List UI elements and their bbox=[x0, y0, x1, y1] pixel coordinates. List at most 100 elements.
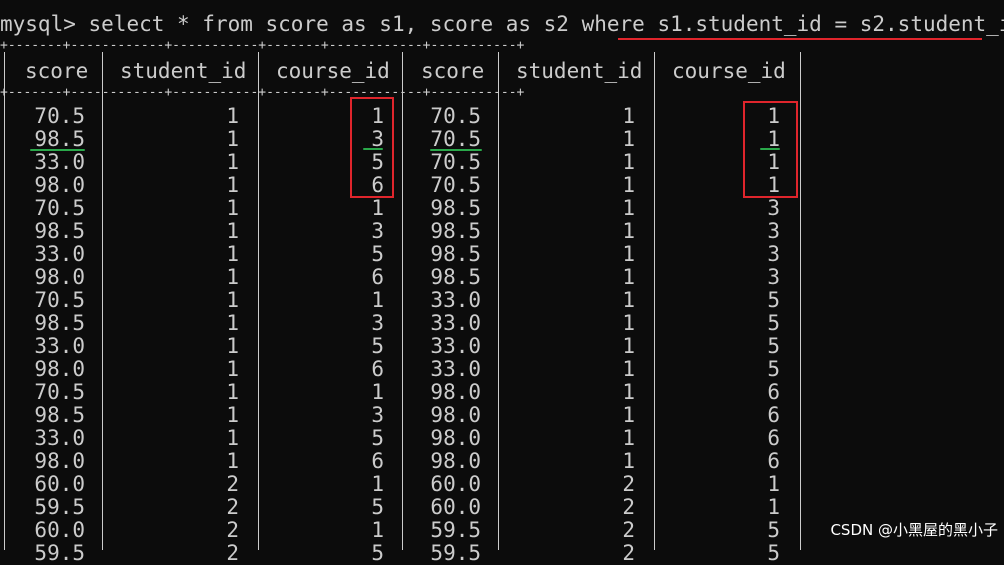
table-cell: 5 bbox=[371, 334, 384, 358]
table-cell: 1 bbox=[371, 288, 384, 312]
table-cell: 1 bbox=[226, 127, 239, 151]
table-cell: 5 bbox=[767, 541, 780, 565]
table-cell: 98.5 bbox=[430, 242, 481, 266]
table-cell: 1 bbox=[371, 380, 384, 404]
table-cell: 70.5 bbox=[430, 127, 481, 151]
table-cell: 1 bbox=[767, 472, 780, 496]
table-cell: 5 bbox=[767, 357, 780, 381]
table-cell: 98.5 bbox=[430, 219, 481, 243]
table-cell: 2 bbox=[622, 518, 635, 542]
table-cell: 6 bbox=[371, 357, 384, 381]
table-cell: 33.0 bbox=[430, 357, 481, 381]
table-cell: 70.5 bbox=[34, 104, 85, 128]
table-cell: 3 bbox=[371, 219, 384, 243]
table-cell: 1 bbox=[226, 380, 239, 404]
csdn-watermark: CSDN @小黑屋的黑小子 bbox=[830, 521, 998, 539]
table-cell: 60.0 bbox=[34, 472, 85, 496]
table-cell: 2 bbox=[622, 472, 635, 496]
column-header: score bbox=[25, 59, 89, 83]
table-cell: 60.0 bbox=[34, 518, 85, 542]
table-cell: 33.0 bbox=[430, 288, 481, 312]
table-cell: 1 bbox=[767, 495, 780, 519]
table-cell: 3 bbox=[371, 403, 384, 427]
table-cell: 33.0 bbox=[430, 311, 481, 335]
table-cell: 1 bbox=[622, 426, 635, 450]
table-cell: 1 bbox=[226, 242, 239, 266]
table-cell: 1 bbox=[226, 104, 239, 128]
table-cell: 1 bbox=[622, 357, 635, 381]
table-cell: 70.5 bbox=[34, 288, 85, 312]
column-header: course_id bbox=[672, 59, 786, 83]
green-underline-mark bbox=[760, 148, 780, 150]
table-cell: 70.5 bbox=[34, 196, 85, 220]
table-cell: 60.0 bbox=[430, 472, 481, 496]
table-cell: 5 bbox=[371, 426, 384, 450]
table-cell: 1 bbox=[622, 150, 635, 174]
table-cell: 1 bbox=[371, 472, 384, 496]
table-cell: 2 bbox=[226, 541, 239, 565]
column-separator bbox=[498, 52, 499, 550]
table-cell: 1 bbox=[622, 242, 635, 266]
table-cell: 2 bbox=[622, 541, 635, 565]
table-cell: 98.0 bbox=[430, 380, 481, 404]
command-line: mysql> select * from score as s1, score … bbox=[0, 10, 1004, 38]
table-cell: 70.5 bbox=[430, 173, 481, 197]
table-cell: 33.0 bbox=[34, 150, 85, 174]
column-separator bbox=[4, 52, 5, 550]
table-cell: 2 bbox=[226, 472, 239, 496]
table-cell: 1 bbox=[622, 380, 635, 404]
table-cell: 1 bbox=[622, 265, 635, 289]
table-cell: 1 bbox=[622, 288, 635, 312]
table-cell: 1 bbox=[622, 403, 635, 427]
column-separator bbox=[800, 52, 801, 550]
table-cell: 1 bbox=[622, 334, 635, 358]
table-cell: 98.0 bbox=[34, 173, 85, 197]
table-cell: 33.0 bbox=[430, 334, 481, 358]
join-condition-underline bbox=[618, 38, 982, 40]
table-cell: 1 bbox=[622, 127, 635, 151]
table-cell: 33.0 bbox=[34, 426, 85, 450]
table-cell: 6 bbox=[371, 449, 384, 473]
table-cell: 1 bbox=[622, 449, 635, 473]
table-cell: 1 bbox=[622, 219, 635, 243]
table-cell: 6 bbox=[371, 265, 384, 289]
table-cell: 1 bbox=[226, 334, 239, 358]
table-cell: 98.5 bbox=[34, 219, 85, 243]
table-cell: 3 bbox=[767, 242, 780, 266]
table-cell: 3 bbox=[371, 311, 384, 335]
table-cell: 1 bbox=[226, 311, 239, 335]
table-cell: 70.5 bbox=[430, 150, 481, 174]
table-cell: 1 bbox=[622, 104, 635, 128]
table-cell: 1 bbox=[622, 173, 635, 197]
table-cell: 98.5 bbox=[34, 311, 85, 335]
table-cell: 1 bbox=[226, 288, 239, 312]
table-cell: 6 bbox=[767, 380, 780, 404]
table-cell: 1 bbox=[226, 426, 239, 450]
table-cell: 1 bbox=[226, 357, 239, 381]
table-cell: 1 bbox=[226, 219, 239, 243]
table-cell: 98.5 bbox=[34, 403, 85, 427]
column-separator bbox=[654, 52, 655, 550]
table-cell: 1 bbox=[226, 265, 239, 289]
table-cell: 59.5 bbox=[430, 541, 481, 565]
table-cell: 98.5 bbox=[430, 196, 481, 220]
table-cell: 3 bbox=[767, 196, 780, 220]
column-separator bbox=[258, 52, 259, 550]
table-cell: 6 bbox=[767, 449, 780, 473]
terminal-window: mysql> select * from score as s1, score … bbox=[0, 0, 1004, 565]
table-cell: 3 bbox=[767, 265, 780, 289]
column-header: score bbox=[421, 59, 485, 83]
table-cell: 1 bbox=[226, 449, 239, 473]
table-cell: 70.5 bbox=[34, 380, 85, 404]
green-underline-mark bbox=[30, 149, 85, 151]
table-cell: 6 bbox=[767, 403, 780, 427]
column-header: student_id bbox=[516, 59, 643, 83]
table-cell: 3 bbox=[767, 219, 780, 243]
table-cell: 1 bbox=[226, 150, 239, 174]
table-cell: 98.0 bbox=[430, 403, 481, 427]
table-cell: 33.0 bbox=[34, 334, 85, 358]
table-cell: 98.0 bbox=[34, 449, 85, 473]
table-cell: 5 bbox=[767, 334, 780, 358]
table-cell: 33.0 bbox=[34, 242, 85, 266]
column-separator bbox=[102, 52, 103, 550]
